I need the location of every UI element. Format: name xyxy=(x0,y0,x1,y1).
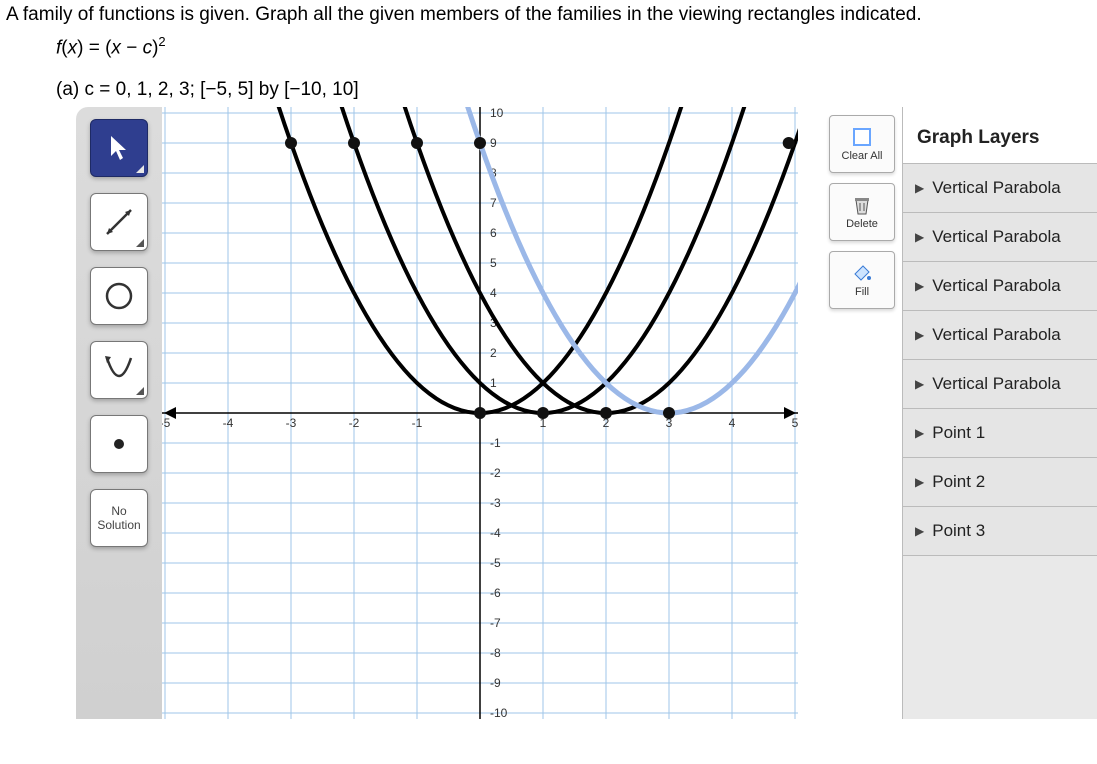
svg-text:-6: -6 xyxy=(490,586,501,600)
layer-row[interactable]: ▶ Point 3 xyxy=(903,507,1097,556)
svg-text:-2: -2 xyxy=(490,466,501,480)
layer-label: Vertical Parabola xyxy=(932,178,1061,198)
question-prompt: A family of functions is given. Graph al… xyxy=(0,0,1097,28)
graph-layers-panel: Graph Layers ▶ Vertical Parabola ▶ Vertical… xyxy=(902,107,1097,719)
cursor-icon xyxy=(108,134,130,162)
svg-text:2: 2 xyxy=(490,346,497,360)
layer-row[interactable]: ▶ Vertical Parabola xyxy=(903,311,1097,360)
svg-text:-1: -1 xyxy=(490,436,501,450)
chevron-right-icon: ▶ xyxy=(915,426,924,440)
svg-text:1: 1 xyxy=(490,376,497,390)
svg-text:10: 10 xyxy=(490,107,504,120)
svg-text:-9: -9 xyxy=(490,676,501,690)
clear-all-label: Clear All xyxy=(842,150,883,162)
layer-label: Point 1 xyxy=(932,423,985,443)
layer-label: Vertical Parabola xyxy=(932,227,1061,247)
delete-button[interactable]: Delete xyxy=(829,183,895,241)
part-a-label: (a) c = 0, 1, 2, 3; [−5, 5] by [−10, 10] xyxy=(0,61,1097,105)
layer-row[interactable]: ▶ Point 1 xyxy=(903,409,1097,458)
no-solution-label: NoSolution xyxy=(97,504,140,532)
layer-label: Vertical Parabola xyxy=(932,276,1061,296)
layer-label: Point 2 xyxy=(932,472,985,492)
svg-text:5: 5 xyxy=(490,256,497,270)
layer-label: Vertical Parabola xyxy=(932,325,1061,345)
layer-label: Point 3 xyxy=(932,521,985,541)
graphing-widget: NoSolution -5-4-3-2-112345-10-9-8-7-6-5-… xyxy=(76,107,1097,719)
clear-all-button[interactable]: Clear All xyxy=(829,115,895,173)
svg-text:-2: -2 xyxy=(349,416,360,430)
svg-text:4: 4 xyxy=(729,416,736,430)
paint-bucket-icon xyxy=(851,262,873,284)
point-tool[interactable] xyxy=(90,415,148,473)
svg-text:-4: -4 xyxy=(223,416,234,430)
submenu-indicator-icon xyxy=(136,387,144,395)
chevron-right-icon: ▶ xyxy=(915,230,924,244)
chevron-right-icon: ▶ xyxy=(915,279,924,293)
layer-row[interactable]: ▶ Vertical Parabola xyxy=(903,164,1097,213)
trash-icon xyxy=(851,194,873,216)
chevron-right-icon: ▶ xyxy=(915,328,924,342)
page: A family of functions is given. Graph al… xyxy=(0,0,1097,764)
svg-text:-1: -1 xyxy=(412,416,423,430)
circle-icon xyxy=(101,278,137,314)
layer-row[interactable]: ▶ Vertical Parabola xyxy=(903,360,1097,409)
delete-label: Delete xyxy=(846,218,878,230)
chevron-right-icon: ▶ xyxy=(915,524,924,538)
layer-label: Vertical Parabola xyxy=(932,374,1061,394)
svg-text:5: 5 xyxy=(792,416,798,430)
svg-text:4: 4 xyxy=(490,286,497,300)
svg-text:9: 9 xyxy=(490,136,497,150)
no-solution-tool[interactable]: NoSolution xyxy=(90,489,148,547)
parabola-icon xyxy=(101,352,137,388)
fill-button[interactable]: Fill xyxy=(829,251,895,309)
graph-layers-title: Graph Layers xyxy=(903,107,1097,164)
dot-icon xyxy=(111,436,127,452)
svg-text:6: 6 xyxy=(490,226,497,240)
edit-actions: Clear All Delete Fill xyxy=(829,115,895,309)
layer-row[interactable]: ▶ Point 2 xyxy=(903,458,1097,507)
layer-row[interactable]: ▶ Vertical Parabola xyxy=(903,213,1097,262)
chevron-right-icon: ▶ xyxy=(915,475,924,489)
clear-icon xyxy=(851,126,873,148)
circle-tool[interactable] xyxy=(90,267,148,325)
svg-text:-8: -8 xyxy=(490,646,501,660)
line-tool[interactable] xyxy=(90,193,148,251)
chevron-right-icon: ▶ xyxy=(915,377,924,391)
tool-palette: NoSolution xyxy=(76,107,162,719)
pointer-tool[interactable] xyxy=(90,119,148,177)
line-icon xyxy=(101,204,137,240)
svg-text:-7: -7 xyxy=(490,616,501,630)
fill-label: Fill xyxy=(855,286,869,298)
svg-text:-5: -5 xyxy=(162,416,171,430)
svg-text:-5: -5 xyxy=(490,556,501,570)
submenu-indicator-icon xyxy=(136,165,144,173)
layer-row[interactable]: ▶ Vertical Parabola xyxy=(903,262,1097,311)
svg-text:-10: -10 xyxy=(490,706,508,719)
svg-text:-4: -4 xyxy=(490,526,501,540)
graph-layers-list: ▶ Vertical Parabola ▶ Vertical Parabola ▶ Ver… xyxy=(903,164,1097,556)
submenu-indicator-icon xyxy=(136,239,144,247)
coordinate-grid: -5-4-3-2-112345-10-9-8-7-6-5-4-3-2-11234… xyxy=(162,107,798,719)
svg-text:7: 7 xyxy=(490,196,497,210)
parabola-tool[interactable] xyxy=(90,341,148,399)
svg-text:-3: -3 xyxy=(490,496,501,510)
svg-text:-3: -3 xyxy=(286,416,297,430)
chevron-right-icon: ▶ xyxy=(915,181,924,195)
function-formula: f(x) = (x − c)2 xyxy=(0,28,1097,61)
